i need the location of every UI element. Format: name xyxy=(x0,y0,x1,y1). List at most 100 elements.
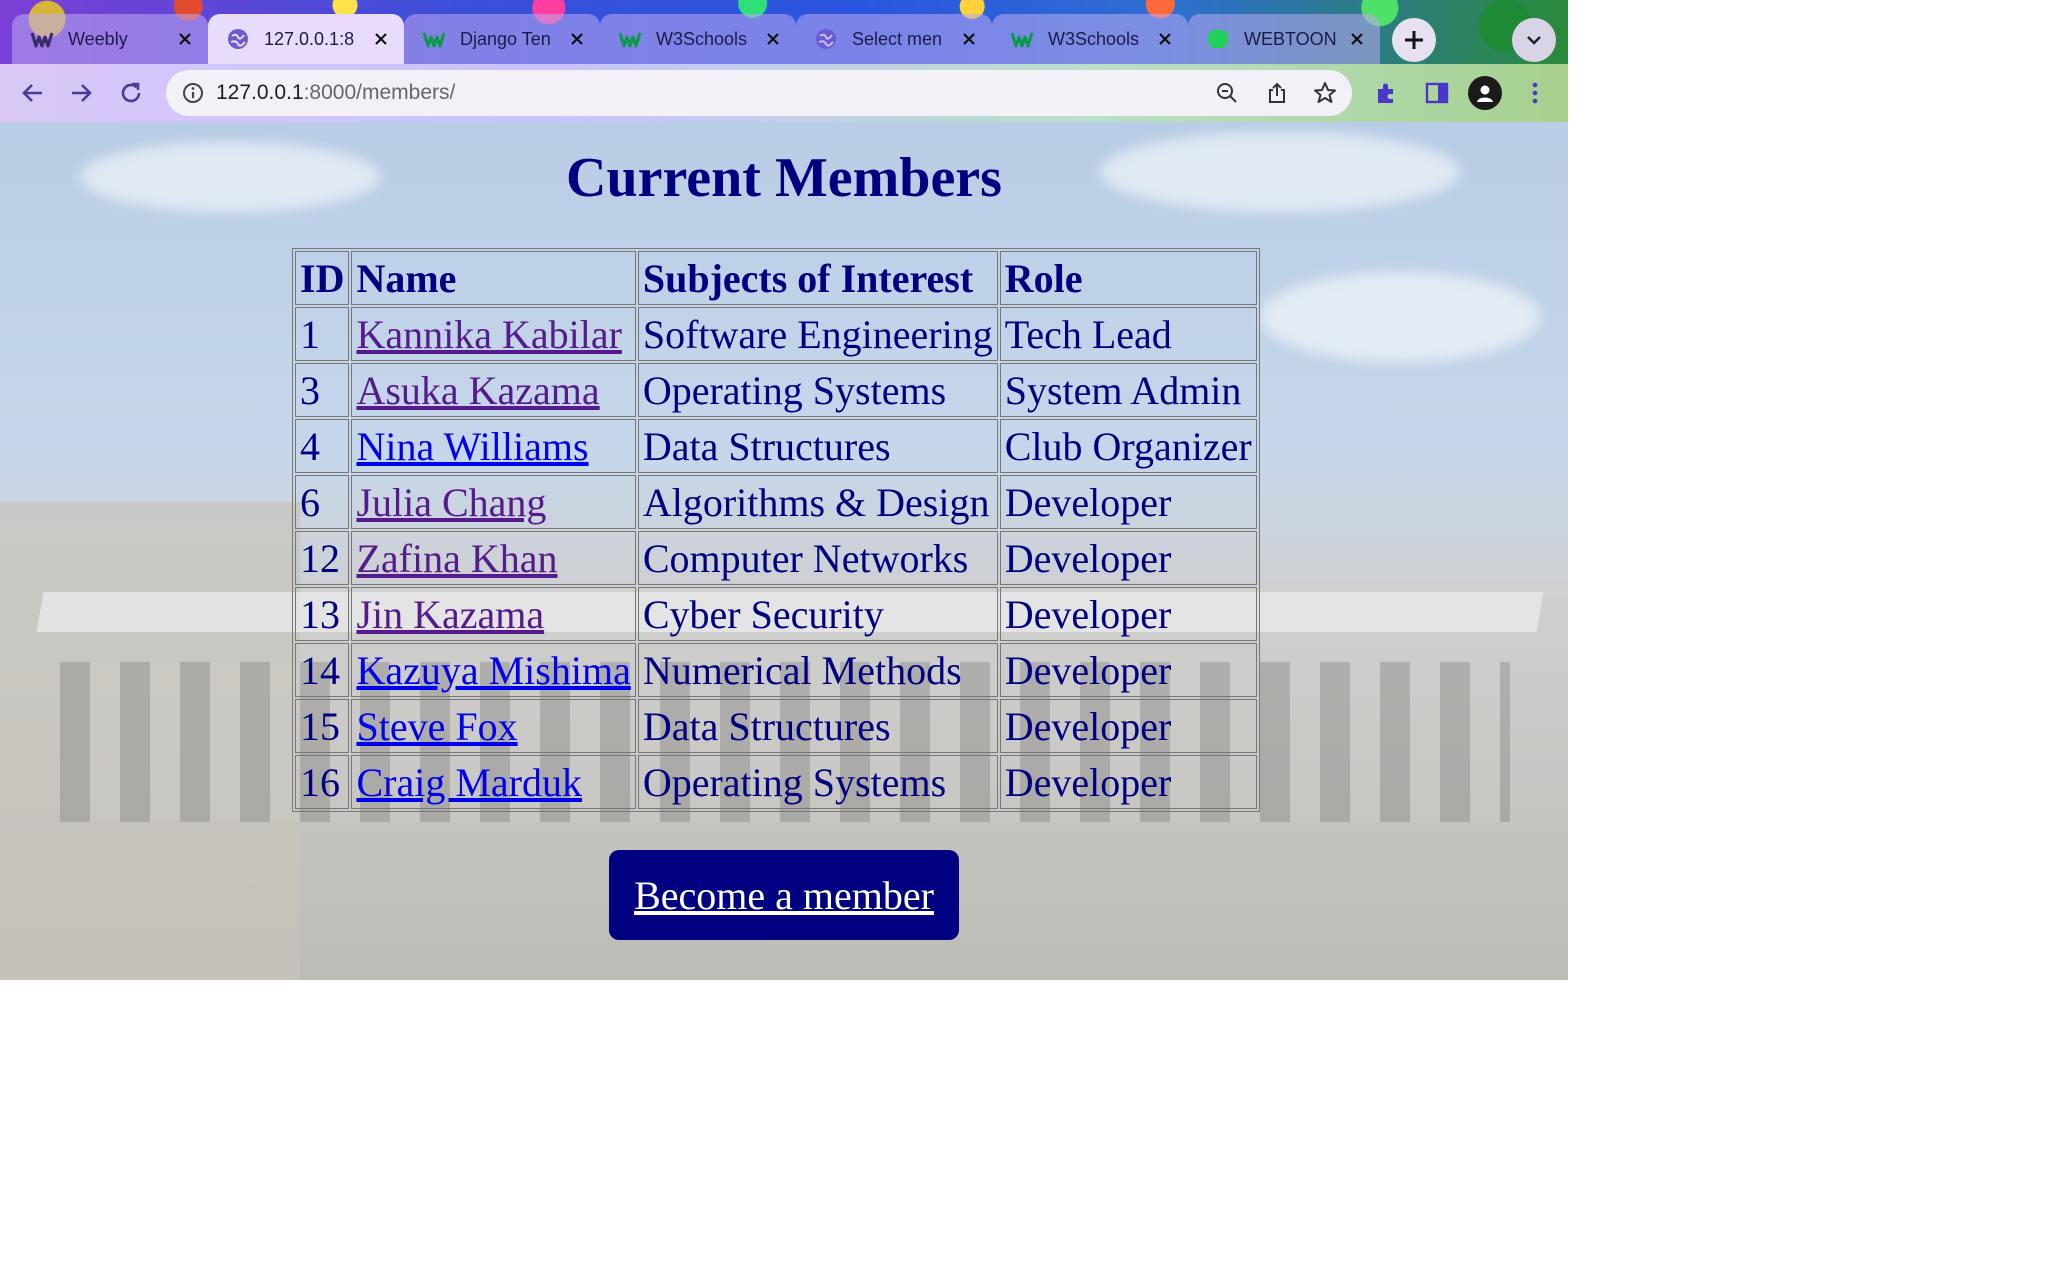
reload-button[interactable] xyxy=(114,76,148,110)
table-row: 15 Steve Fox Data Structures Developer xyxy=(295,699,1257,753)
member-id: 4 xyxy=(295,419,350,473)
member-subject: Cyber Security xyxy=(637,587,998,641)
side-panel-icon xyxy=(1425,82,1449,104)
column-header-name: Name xyxy=(351,251,636,305)
table-row: 4 Nina Williams Data Structures Club Organi… xyxy=(295,419,1257,473)
table-row: 1 Kannika Kabilar Software Engineering Tech… xyxy=(295,307,1257,361)
members-table: ID Name Subjects of Interest Role 1 Kanni… xyxy=(292,248,1260,812)
browser-toolbar: 127.0.0.1:8000/members/ xyxy=(0,64,1568,122)
member-role: Tech Lead xyxy=(999,307,1257,361)
close-icon[interactable] xyxy=(174,28,196,50)
close-icon[interactable] xyxy=(958,28,980,50)
bookmark-star-icon[interactable] xyxy=(1308,76,1342,110)
url-path: :8000/members/ xyxy=(303,81,456,104)
member-id: 15 xyxy=(295,699,350,753)
member-role: Developer xyxy=(999,587,1257,641)
tab-title: Weebly xyxy=(68,28,128,49)
member-subject: Data Structures xyxy=(637,699,998,753)
menu-button[interactable] xyxy=(1518,76,1552,110)
close-icon[interactable] xyxy=(1346,28,1368,50)
column-header-id: ID xyxy=(295,251,350,305)
globe-icon xyxy=(226,27,250,51)
member-name-cell: Craig Marduk xyxy=(351,755,636,809)
member-name-cell: Jin Kazama xyxy=(351,587,636,641)
member-name-link[interactable]: Craig Marduk xyxy=(356,760,582,805)
w3schools-icon xyxy=(1010,27,1034,51)
tab-w3schools-2[interactable]: W3Schools xyxy=(992,14,1188,64)
page-viewport: Current Members ID Name Subjects of Inte… xyxy=(0,122,1568,980)
tab-weebly[interactable]: Weebly xyxy=(12,14,208,64)
member-role: Developer xyxy=(999,531,1257,585)
member-name-link[interactable]: Jin Kazama xyxy=(356,592,544,637)
member-subject: Data Structures xyxy=(637,419,998,473)
weebly-icon xyxy=(30,27,54,51)
tab-title: 127.0.0.1:8 xyxy=(264,28,355,49)
close-icon[interactable] xyxy=(1154,28,1176,50)
table-row: 12 Zafina Khan Computer Networks Developer xyxy=(295,531,1257,585)
tab-title: W3Schools xyxy=(1048,28,1140,49)
tab-webtoon[interactable]: WEBTOON xyxy=(1188,14,1380,64)
member-name-link[interactable]: Kazuya Mishima xyxy=(356,648,630,693)
back-button[interactable] xyxy=(16,76,50,110)
tab-title: W3Schools xyxy=(656,28,748,49)
member-subject: Operating Systems xyxy=(637,363,998,417)
share-icon[interactable] xyxy=(1260,76,1294,110)
table-row: 6 Julia Chang Algorithms & Design Developer xyxy=(295,475,1257,529)
new-tab-button[interactable] xyxy=(1392,18,1436,62)
profile-avatar[interactable] xyxy=(1468,76,1502,110)
info-icon[interactable] xyxy=(180,80,206,106)
tab-title: Select men xyxy=(852,28,943,49)
member-name-cell: Julia Chang xyxy=(351,475,636,529)
zoom-out-icon[interactable] xyxy=(1210,76,1244,110)
become-member-button[interactable]: Become a member xyxy=(609,850,959,940)
table-header-row: ID Name Subjects of Interest Role xyxy=(295,251,1257,305)
webtoon-icon xyxy=(1206,27,1230,51)
member-name-link[interactable]: Julia Chang xyxy=(356,480,546,525)
close-icon[interactable] xyxy=(566,28,588,50)
side-panel-button[interactable] xyxy=(1420,76,1454,110)
member-name-link[interactable]: Asuka Kazama xyxy=(356,368,599,413)
member-name-link[interactable]: Nina Williams xyxy=(356,424,588,469)
member-subject: Operating Systems xyxy=(637,755,998,809)
member-role: Developer xyxy=(999,643,1257,697)
member-role: Developer xyxy=(999,699,1257,753)
person-icon xyxy=(1477,85,1493,102)
member-id: 14 xyxy=(295,643,350,697)
tab-select-members[interactable]: Select men xyxy=(796,14,992,64)
member-name-link[interactable]: Steve Fox xyxy=(356,704,517,749)
tab-django[interactable]: Django Ten xyxy=(404,14,600,64)
reload-icon xyxy=(121,82,141,103)
member-subject: Computer Networks xyxy=(637,531,998,585)
forward-button[interactable] xyxy=(64,76,98,110)
member-id: 12 xyxy=(295,531,350,585)
member-role: System Admin xyxy=(999,363,1257,417)
tab-strip: Weebly 127.0.0.1:8 Django Ten W3Schools … xyxy=(0,0,1568,64)
globe-icon xyxy=(814,27,838,51)
member-role: Developer xyxy=(999,755,1257,809)
table-row: 3 Asuka Kazama Operating Systems System Adm… xyxy=(295,363,1257,417)
close-icon[interactable] xyxy=(370,28,392,50)
member-name-link[interactable]: Zafina Khan xyxy=(356,536,557,581)
column-header-role: Role xyxy=(999,251,1257,305)
tab-title: Django Ten xyxy=(460,28,551,49)
address-bar[interactable]: 127.0.0.1:8000/members/ xyxy=(166,70,1352,116)
member-role: Developer xyxy=(999,475,1257,529)
member-name-link[interactable]: Kannika Kabilar xyxy=(356,312,621,357)
member-subject: Algorithms & Design xyxy=(637,475,998,529)
w3schools-icon xyxy=(422,27,446,51)
arrow-left-icon xyxy=(22,84,42,102)
tab-search-button[interactable] xyxy=(1512,18,1556,62)
member-id: 13 xyxy=(295,587,350,641)
member-id: 1 xyxy=(295,307,350,361)
tab-members[interactable]: 127.0.0.1:8 xyxy=(208,14,404,64)
member-subject: Software Engineering xyxy=(637,307,998,361)
member-name-cell: Steve Fox xyxy=(351,699,636,753)
table-row: 13 Jin Kazama Cyber Security Developer xyxy=(295,587,1257,641)
extensions-button[interactable] xyxy=(1370,76,1404,110)
tab-w3schools[interactable]: W3Schools xyxy=(600,14,796,64)
member-name-cell: Kazuya Mishima xyxy=(351,643,636,697)
close-icon[interactable] xyxy=(762,28,784,50)
member-subject: Numerical Methods xyxy=(637,643,998,697)
table-row: 14 Kazuya Mishima Numerical Methods Develop… xyxy=(295,643,1257,697)
member-name-cell: Asuka Kazama xyxy=(351,363,636,417)
